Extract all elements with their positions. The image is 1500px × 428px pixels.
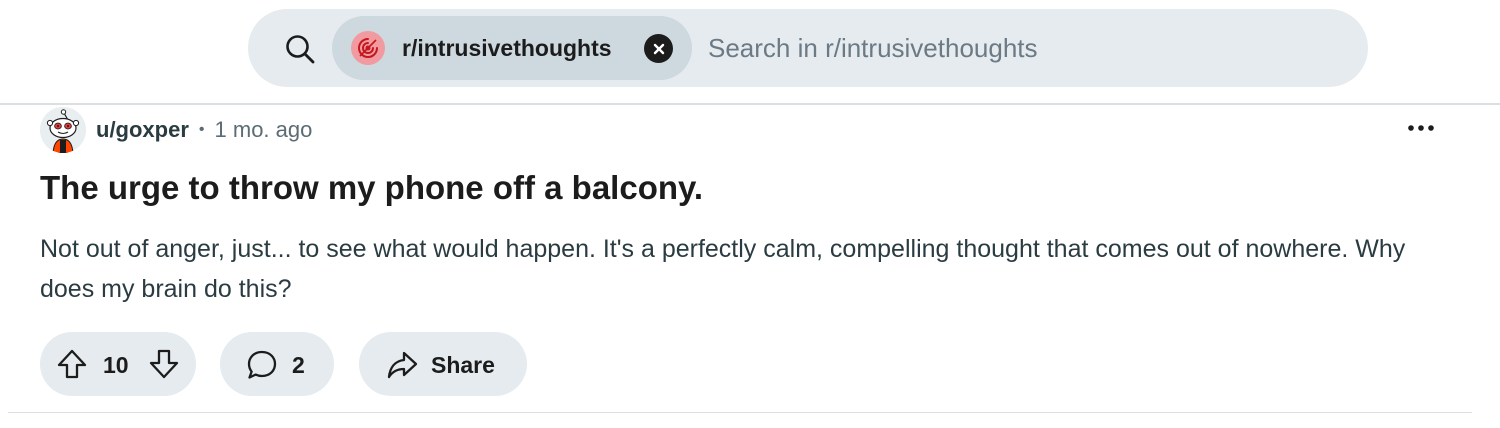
vote-control: 10 bbox=[40, 332, 196, 396]
upvote-arrow-icon[interactable] bbox=[56, 348, 88, 380]
community-filter-chip[interactable]: r/intrusivethoughts bbox=[332, 16, 692, 80]
search-input[interactable] bbox=[708, 28, 1308, 68]
comments-button[interactable]: 2 bbox=[220, 332, 334, 396]
share-label: Share bbox=[431, 352, 495, 378]
post-card[interactable]: u/goxper • 1 mo. ago The urge to throw m… bbox=[0, 105, 1500, 428]
share-button[interactable]: Share bbox=[359, 332, 527, 396]
comment-count: 2 bbox=[292, 352, 305, 378]
post-title[interactable]: The urge to throw my phone off a balcony… bbox=[40, 169, 703, 207]
search-header: r/intrusivethoughts bbox=[0, 0, 1500, 105]
downvote-arrow-icon[interactable] bbox=[148, 348, 180, 380]
avatar[interactable] bbox=[40, 107, 86, 153]
search-bar[interactable]: r/intrusivethoughts bbox=[248, 9, 1368, 87]
community-icon bbox=[351, 31, 385, 65]
share-arrow-icon bbox=[386, 349, 418, 381]
post-meta: u/goxper • 1 mo. ago bbox=[40, 107, 313, 153]
vote-count: 10 bbox=[103, 352, 129, 378]
search-icon[interactable] bbox=[284, 33, 316, 65]
post-divider bbox=[8, 412, 1472, 413]
more-icon[interactable] bbox=[1400, 113, 1442, 143]
meta-separator: • bbox=[198, 121, 205, 138]
comment-bubble-icon bbox=[246, 349, 278, 381]
post-timestamp: 1 mo. ago bbox=[214, 117, 313, 142]
post-body: Not out of anger, just... to see what wo… bbox=[40, 235, 1406, 303]
close-icon[interactable] bbox=[644, 34, 673, 63]
post-author[interactable]: u/goxper bbox=[96, 117, 189, 143]
community-chip-label: r/intrusivethoughts bbox=[402, 35, 612, 61]
